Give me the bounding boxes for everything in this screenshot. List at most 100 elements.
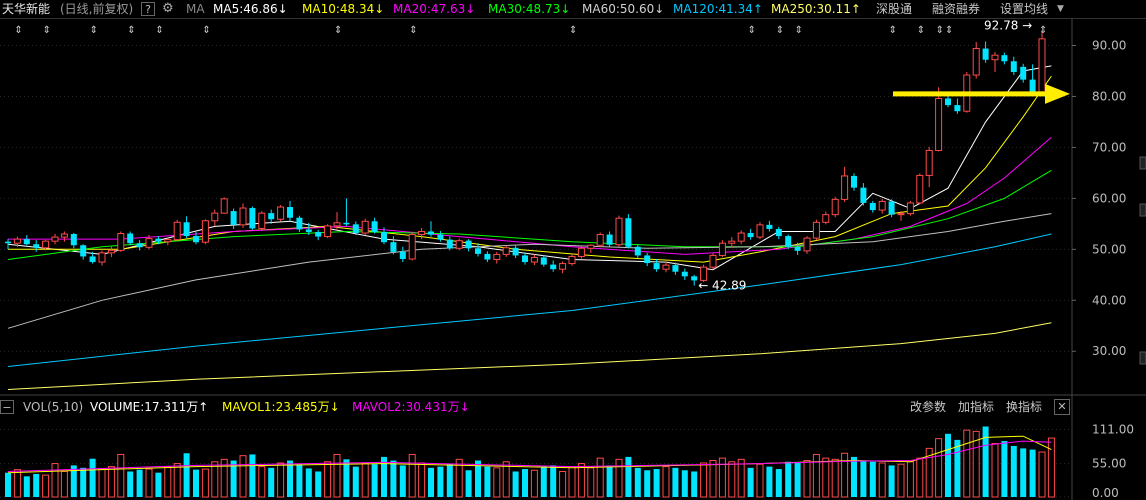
candle-body <box>906 202 914 215</box>
volume-bar <box>201 468 209 498</box>
candle-body <box>5 241 11 244</box>
volume-bar <box>606 465 613 497</box>
candle-body <box>869 202 876 211</box>
volume-bar <box>888 465 895 497</box>
volume-bar <box>785 461 792 497</box>
volume-bar <box>869 461 876 497</box>
volume-tick-label: 55.00 <box>1092 457 1126 471</box>
volume-bar <box>145 468 153 498</box>
candle-body <box>972 48 980 76</box>
add-indicator-button[interactable]: 加指标 <box>958 397 994 417</box>
close-icon[interactable]: ✕ <box>1054 399 1070 415</box>
right-edge-marker <box>1139 203 1146 217</box>
price-tick-label: 60.00 <box>1092 191 1126 205</box>
candle-body <box>625 218 632 247</box>
volume-bar <box>691 471 698 497</box>
volume-bar <box>878 462 886 498</box>
candle-body <box>51 236 59 242</box>
volume-bar <box>361 462 369 498</box>
volume-bar <box>42 474 50 498</box>
event-marker: ⇕ <box>569 25 577 36</box>
candle-body <box>512 247 519 256</box>
volume-bar <box>117 453 125 498</box>
candle-body <box>268 213 275 220</box>
mavol2-text: MAVOL2:30.431万 <box>352 400 460 414</box>
event-marker: ⇕ <box>202 25 210 36</box>
candle-body <box>841 175 849 200</box>
candle-body <box>220 198 228 214</box>
volume-bar <box>333 453 341 498</box>
candle-body <box>530 256 538 263</box>
volume-bar <box>577 463 585 498</box>
volume-bar <box>550 465 557 497</box>
volume-bar <box>644 470 651 497</box>
volume-bar <box>60 470 68 498</box>
candle-body <box>13 238 21 244</box>
volume-bar <box>465 470 472 497</box>
candle-body <box>559 263 567 270</box>
candle-body <box>888 201 895 215</box>
volume-bar <box>945 433 951 497</box>
candle-body <box>324 225 332 238</box>
volume-bar <box>756 463 764 498</box>
price-tick-label: 50.00 <box>1092 242 1126 256</box>
candle-body <box>596 234 604 246</box>
volume-value: VOLUME:17.311万↑ <box>90 397 208 417</box>
volume-bar <box>803 460 811 498</box>
candle-body <box>107 249 115 254</box>
volume-bar <box>747 467 754 497</box>
event-marker: ⇕ <box>1039 25 1047 36</box>
ma-line-ma10 <box>8 75 1052 263</box>
event-marker: ⇕ <box>917 25 925 36</box>
volume-bar <box>522 469 528 497</box>
volume-bar <box>249 454 256 497</box>
volume-bar <box>1001 441 1008 497</box>
vol-label[interactable]: VOL(5,10) <box>23 397 83 417</box>
candle-body <box>615 217 623 246</box>
volume-bar <box>33 473 40 497</box>
candle-body <box>145 238 153 248</box>
mavol-line-mavol1 <box>7 435 1052 474</box>
mavol2-arrow: ↓ <box>459 400 470 414</box>
candle-body <box>80 245 87 257</box>
candle-body <box>193 236 199 243</box>
candle-body <box>709 254 717 268</box>
candle-body <box>333 222 341 227</box>
volume-bar <box>596 457 604 498</box>
volume-bar <box>277 462 285 498</box>
event-marker: ⇕ <box>127 25 135 36</box>
volume-tick-label: 111.00 <box>1092 423 1134 437</box>
switch-indicator-button[interactable]: 换指标 <box>1006 397 1042 417</box>
volume-bar <box>540 466 547 497</box>
candle-body <box>183 222 190 237</box>
candle-body <box>803 237 811 252</box>
candle-body <box>945 98 951 106</box>
volume-bar <box>625 456 632 497</box>
volume-bar <box>258 466 266 498</box>
volume-bar <box>775 469 782 497</box>
candle-body <box>728 240 736 244</box>
candle-body <box>60 233 68 238</box>
event-marker: ⇕ <box>334 25 342 36</box>
volume-bar <box>305 468 312 497</box>
candle-body <box>1001 55 1008 62</box>
volume-bar <box>408 453 416 498</box>
candle-body <box>550 264 557 270</box>
ma-line-ma30 <box>7 169 1052 260</box>
volume-bar <box>672 467 679 497</box>
volume-bar <box>371 464 378 497</box>
volume-bar <box>512 471 519 497</box>
candle-body <box>361 220 369 234</box>
volume-text: VOLUME:17.311万 <box>90 400 199 414</box>
minus-icon[interactable]: − <box>0 400 14 414</box>
candle-body <box>540 257 547 265</box>
candle-body <box>737 232 745 242</box>
candlestick-chart[interactable]: 90.00 80.00 70.00 60.00 50.00 40.00 30.00 111.0… <box>0 0 1146 500</box>
candle-body <box>672 265 679 272</box>
volume-bar <box>559 470 567 498</box>
volume-bar <box>1029 449 1036 497</box>
candle-body <box>775 228 782 237</box>
candle-body <box>916 174 924 204</box>
change-param-button[interactable]: 改参数 <box>910 397 946 417</box>
candle-body <box>465 240 472 249</box>
